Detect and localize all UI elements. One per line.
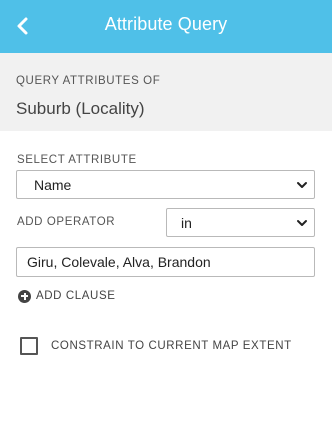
add-clause-label: ADD CLAUSE: [36, 290, 116, 302]
layer-name: Suburb (Locality): [16, 99, 145, 118]
page-title: Attribute Query: [104, 13, 228, 34]
value-input[interactable]: [16, 247, 315, 277]
add-clause-button[interactable]: ADD CLAUSE: [18, 287, 116, 305]
operator-select[interactable]: in: [166, 208, 315, 237]
constrain-checkbox[interactable]: [20, 337, 38, 355]
query-attributes-of-label: QUERY ATTRIBUTES OF: [16, 75, 161, 87]
attribute-select[interactable]: Name: [16, 170, 315, 199]
attribute-select-value: Name: [34, 176, 72, 193]
header-bar: Attribute Query: [0, 0, 332, 53]
select-attribute-label: SELECT ATTRIBUTE: [17, 154, 137, 166]
chevron-down-icon: [297, 220, 307, 226]
add-operator-label: ADD OPERATOR: [17, 216, 116, 228]
query-layer-panel: QUERY ATTRIBUTES OF Suburb (Locality): [0, 53, 332, 131]
operator-select-value: in: [181, 214, 192, 231]
constrain-extent-option[interactable]: CONSTRAIN TO CURRENT MAP EXTENT: [20, 336, 292, 356]
plus-circle-icon: [18, 289, 31, 303]
chevron-down-icon: [297, 182, 307, 188]
constrain-label: CONSTRAIN TO CURRENT MAP EXTENT: [51, 340, 292, 352]
